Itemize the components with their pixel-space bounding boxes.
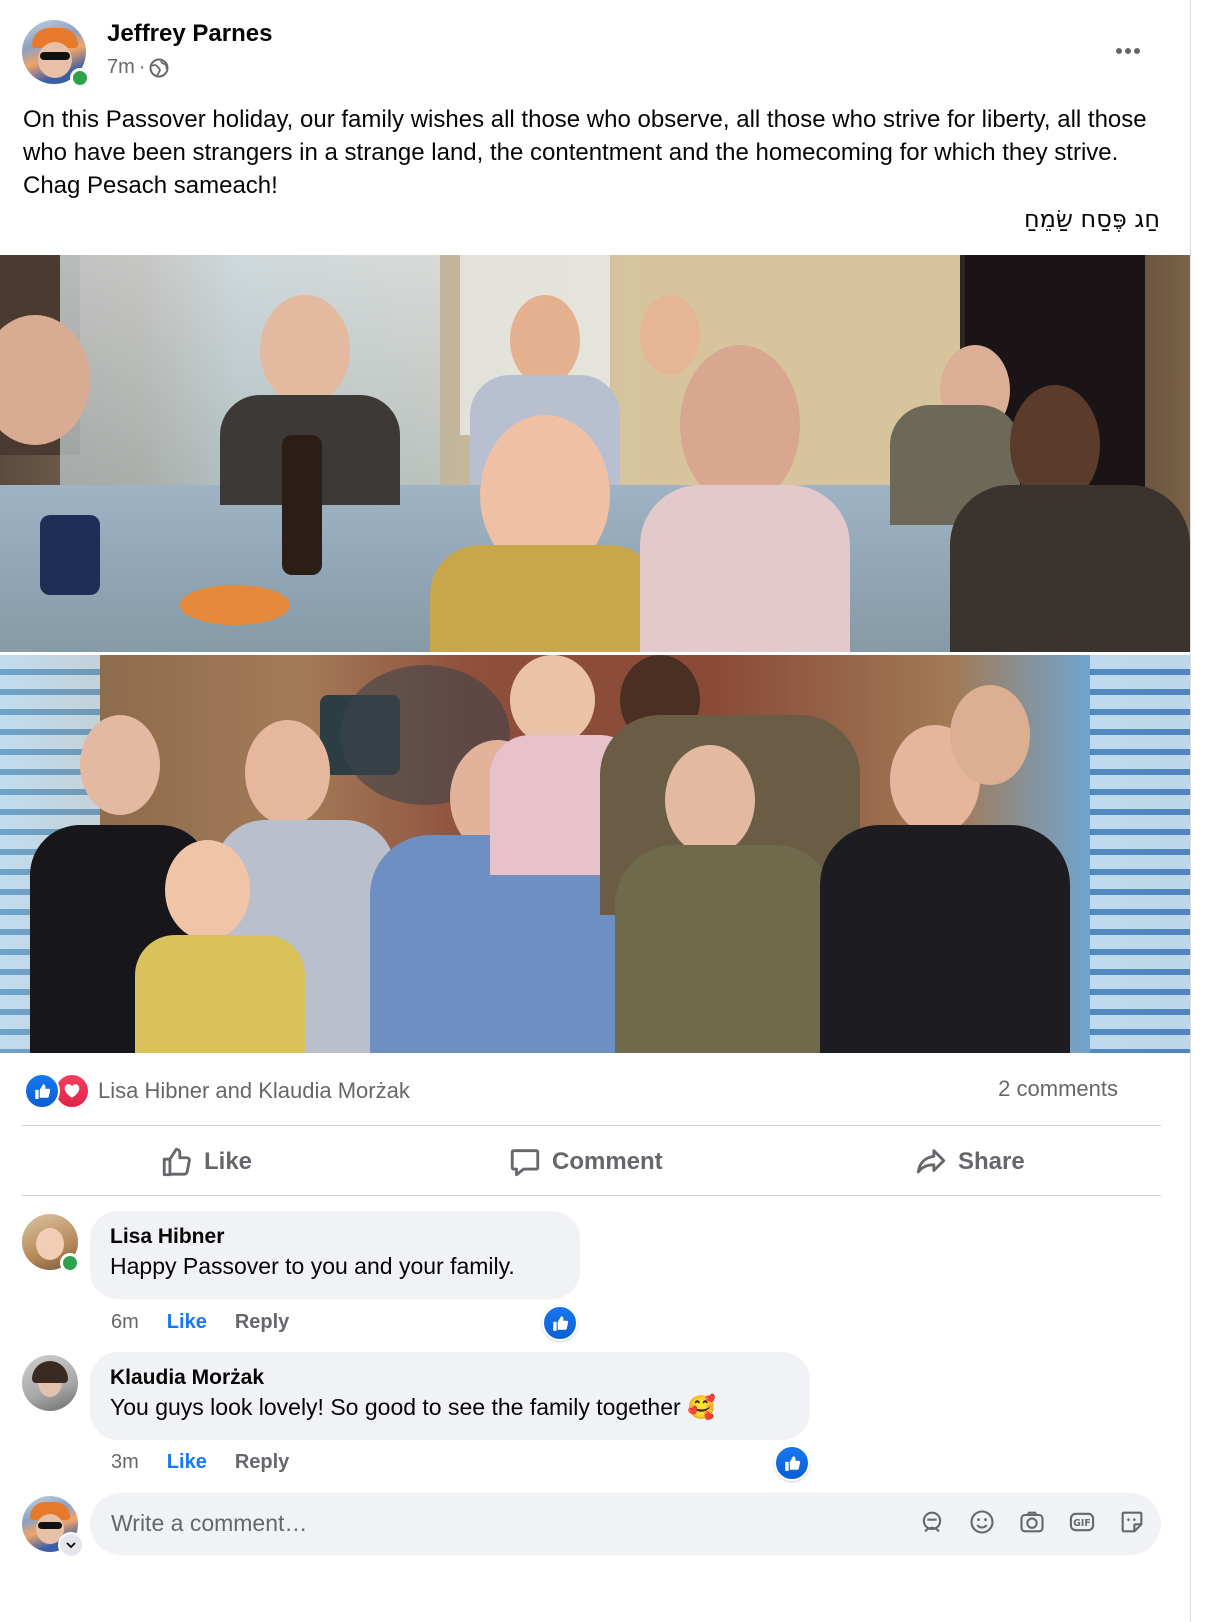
divider (22, 1125, 1161, 1126)
comment-like-reaction-icon[interactable] (774, 1445, 810, 1481)
gif-icon[interactable]: GIF (1066, 1506, 1098, 1538)
comment-button-label: Comment (552, 1148, 663, 1175)
comment-time[interactable]: 3m (111, 1451, 139, 1474)
more-icon-dot (1125, 48, 1131, 54)
thumbs-up-icon (162, 1147, 191, 1177)
share-button[interactable]: Share (914, 1140, 1025, 1184)
comment-bubble: Lisa Hibner Happy Passover to you and yo… (90, 1211, 580, 1299)
more-options-button[interactable] (1108, 36, 1148, 66)
svg-text:GIF: GIF (1073, 1518, 1091, 1529)
post-photo-dinner[interactable] (0, 255, 1190, 652)
online-status-dot (60, 1253, 80, 1273)
comment-like-link[interactable]: Like (167, 1311, 207, 1334)
divider (22, 1195, 1161, 1196)
comment-like-link[interactable]: Like (167, 1451, 207, 1474)
post-photo-group[interactable] (0, 655, 1190, 1053)
comment-count-link[interactable]: 2 comments (998, 1076, 1118, 1102)
comment-reply-link[interactable]: Reply (235, 1451, 289, 1474)
globe-icon[interactable] (149, 58, 169, 78)
share-icon (916, 1149, 946, 1174)
comment-icon (510, 1149, 540, 1177)
online-status-dot (70, 68, 90, 88)
reaction-summary[interactable]: Lisa Hibner and Klaudia Morżak (24, 1073, 410, 1109)
composer-icons: GIF (916, 1506, 1148, 1538)
post-hebrew-text: חַג פֶּסַח שַׂמֵחַ (1023, 205, 1160, 233)
post-card: Jeffrey Parnes 7m · On this Passover hol… (0, 0, 1191, 1622)
avatar-sticker-icon[interactable] (916, 1506, 948, 1538)
more-icon-dot (1116, 48, 1122, 54)
more-icon-dot (1134, 48, 1140, 54)
comment-button[interactable]: Comment (508, 1140, 663, 1184)
post-meta: 7m · (107, 56, 169, 79)
reaction-names[interactable]: Lisa Hibner and Klaudia Morżak (98, 1078, 410, 1104)
post-author-name[interactable]: Jeffrey Parnes (107, 20, 272, 48)
camera-icon[interactable] (1016, 1506, 1048, 1538)
sticker-icon[interactable] (1116, 1506, 1148, 1538)
comment-meta: 6m Like Reply (111, 1311, 289, 1334)
post-text: On this Passover holiday, our family wis… (23, 106, 1147, 199)
comment-meta: 3m Like Reply (111, 1451, 289, 1474)
commenter-name[interactable]: Klaudia Morżak (110, 1366, 788, 1390)
chevron-down-icon[interactable] (58, 1532, 84, 1558)
like-button[interactable]: Like (160, 1140, 252, 1184)
comment-like-reaction-icon[interactable] (542, 1305, 578, 1341)
commenter-name[interactable]: Lisa Hibner (110, 1225, 558, 1249)
comment-bubble: Klaudia Morżak You guys look lovely! So … (90, 1352, 810, 1440)
comment-text: Happy Passover to you and your family. (110, 1253, 515, 1279)
comment-input-placeholder: Write a comment… (111, 1510, 308, 1536)
emoji-icon[interactable] (966, 1506, 998, 1538)
comment-time[interactable]: 6m (111, 1311, 139, 1334)
like-button-label: Like (204, 1148, 253, 1175)
like-reaction-icon (24, 1073, 60, 1109)
commenter-avatar[interactable] (22, 1355, 78, 1411)
meta-separator: · (138, 56, 146, 78)
post-time[interactable]: 7m (107, 56, 135, 79)
share-button-label: Share (958, 1148, 1025, 1175)
comment-text: You guys look lovely! So good to see the… (110, 1394, 716, 1420)
comment-reply-link[interactable]: Reply (235, 1311, 289, 1334)
